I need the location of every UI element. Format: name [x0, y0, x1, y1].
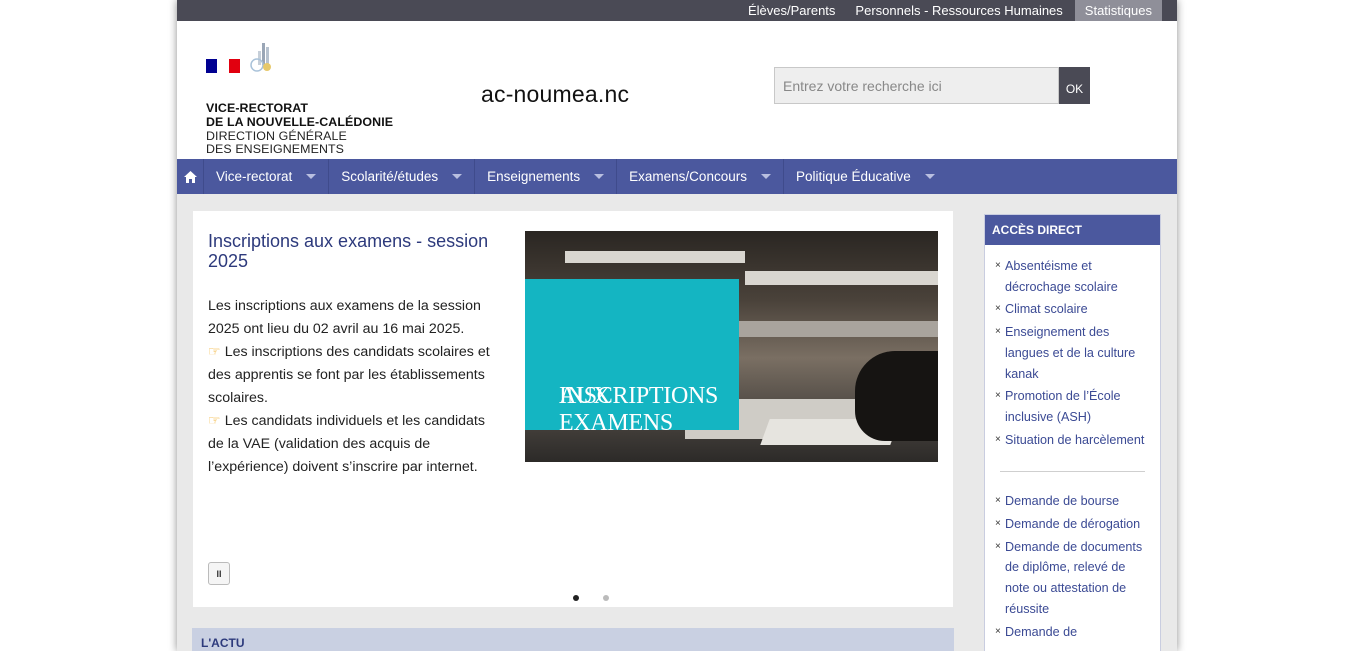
acces-direct-link[interactable]: Demande de dérogation: [995, 514, 1152, 535]
slide-paragraph: Les inscriptions aux examens de la sessi…: [208, 298, 481, 337]
acces-direct-panel: ACCÈS DIRECT Absentéisme et décrochage s…: [984, 214, 1161, 651]
acces-direct-link[interactable]: Climat scolaire: [995, 299, 1152, 320]
caret-down-icon: [306, 174, 317, 179]
marianne-flag-icon: [206, 59, 240, 73]
site-header: VICE-RECTORAT DE LA NOUVELLE-CALÉDONIE D…: [177, 21, 1177, 159]
site-name[interactable]: ac-noumea.nc: [481, 81, 629, 108]
acces-direct-list-1: Absentéisme et décrochage scolaire Clima…: [985, 245, 1160, 450]
search-input[interactable]: [774, 67, 1059, 104]
acces-direct-link[interactable]: Absentéisme et décrochage scolaire: [995, 256, 1152, 297]
acces-direct-link[interactable]: Enseignement des langues et de la cultur…: [995, 322, 1152, 384]
pause-button[interactable]: II: [208, 562, 230, 585]
link-personnels-rh[interactable]: Personnels - Ressources Humaines: [845, 0, 1072, 21]
nav-home[interactable]: [177, 159, 204, 194]
nav-item-label: Politique Éducative: [795, 169, 911, 184]
slider-dot[interactable]: [573, 595, 579, 601]
logo-line-2: DE LA NOUVELLE-CALÉDONIE: [206, 115, 394, 129]
nav-item-label: Scolarité/études: [341, 169, 439, 184]
nav-item-label: Enseignements: [487, 169, 581, 184]
caret-down-icon: [594, 174, 605, 179]
vice-rectorat-logo[interactable]: VICE-RECTORAT DE LA NOUVELLE-CALÉDONIE D…: [206, 43, 406, 156]
nav-item-enseignements[interactable]: Enseignements: [475, 159, 618, 194]
logo-emblem-icon: [250, 43, 271, 72]
acces-direct-link[interactable]: Demande de: [995, 622, 1152, 643]
main-nav: Vice-rectorat Scolarité/études Enseignem…: [177, 159, 1177, 194]
acces-direct-link[interactable]: Situation de harcèlement: [995, 430, 1152, 451]
nav-item-vice-rectorat[interactable]: Vice-rectorat: [204, 159, 330, 194]
home-icon: [183, 170, 197, 183]
news-slider: Inscriptions aux examens - session 2025 …: [193, 211, 953, 607]
caret-down-icon: [452, 174, 463, 179]
acces-direct-link[interactable]: Promotion de l’École inclusive (ASH): [995, 386, 1152, 427]
desk-row: [725, 321, 938, 337]
actu-title: L'ACTU: [201, 636, 245, 650]
link-eleves-parents[interactable]: Élèves/Parents: [738, 0, 845, 21]
slider-dots: [573, 595, 609, 601]
nav-item-politique[interactable]: Politique Éducative: [784, 159, 947, 194]
acces-direct-title: ACCÈS DIRECT: [985, 215, 1160, 245]
logo-line-4: DES ENSEIGNEMENTS: [206, 142, 345, 156]
nav-item-examens[interactable]: Examens/Concours: [617, 159, 784, 194]
slide-bullet: ☞ Les inscriptions des candidats scolair…: [208, 341, 503, 410]
nav-item-label: Vice-rectorat: [216, 169, 293, 184]
desk-row: [565, 251, 745, 263]
acces-direct-list-2: Demande de bourse Demande de dérogation …: [985, 491, 1160, 642]
logo-line-1: VICE-RECTORAT: [206, 101, 309, 115]
nav-item-scolarite[interactable]: Scolarité/études: [329, 159, 476, 194]
link-statistiques[interactable]: Statistiques: [1074, 0, 1162, 21]
pointing-hand-icon: ☞: [208, 344, 221, 360]
page-container: Élèves/Parents Personnels - Ressources H…: [177, 0, 1177, 651]
logo-line-3: DIRECTION GÉNÉRALE: [206, 129, 347, 143]
actu-section-header: L'ACTU: [192, 628, 954, 651]
slide-bullet-text: Les candidats individuels et les candida…: [208, 413, 485, 475]
slide-image[interactable]: INSCRIPTIONS AUX EXAMENS: [525, 231, 938, 462]
slide-title[interactable]: Inscriptions aux examens - session 2025: [208, 231, 508, 271]
search-form: OK: [774, 67, 1090, 104]
image-caption-line: AUX EXAMENS: [559, 383, 673, 436]
sidebar-divider: [1000, 471, 1145, 473]
utility-bar: Élèves/Parents Personnels - Ressources H…: [177, 0, 1177, 21]
acces-direct-link[interactable]: Demande de bourse: [995, 491, 1152, 512]
acces-direct-link[interactable]: Demande de documents de diplôme, relevé …: [995, 537, 1152, 620]
slider-dot[interactable]: [603, 595, 609, 601]
caret-down-icon: [760, 174, 771, 179]
slide-bullet: ☞ Les candidats individuels et les candi…: [208, 410, 503, 479]
nav-item-label: Examens/Concours: [629, 169, 747, 184]
search-submit-button[interactable]: OK: [1059, 67, 1090, 104]
image-caption-panel: INSCRIPTIONS AUX EXAMENS: [525, 279, 739, 436]
pointing-hand-icon: ☞: [208, 413, 221, 429]
slide-bullet-text: Les inscriptions des candidats scolaires…: [208, 344, 490, 406]
caret-down-icon: [924, 174, 935, 179]
slide-text: Les inscriptions aux examens de la sessi…: [208, 295, 503, 479]
student-arm: [855, 351, 938, 441]
desk-row: [745, 271, 938, 285]
